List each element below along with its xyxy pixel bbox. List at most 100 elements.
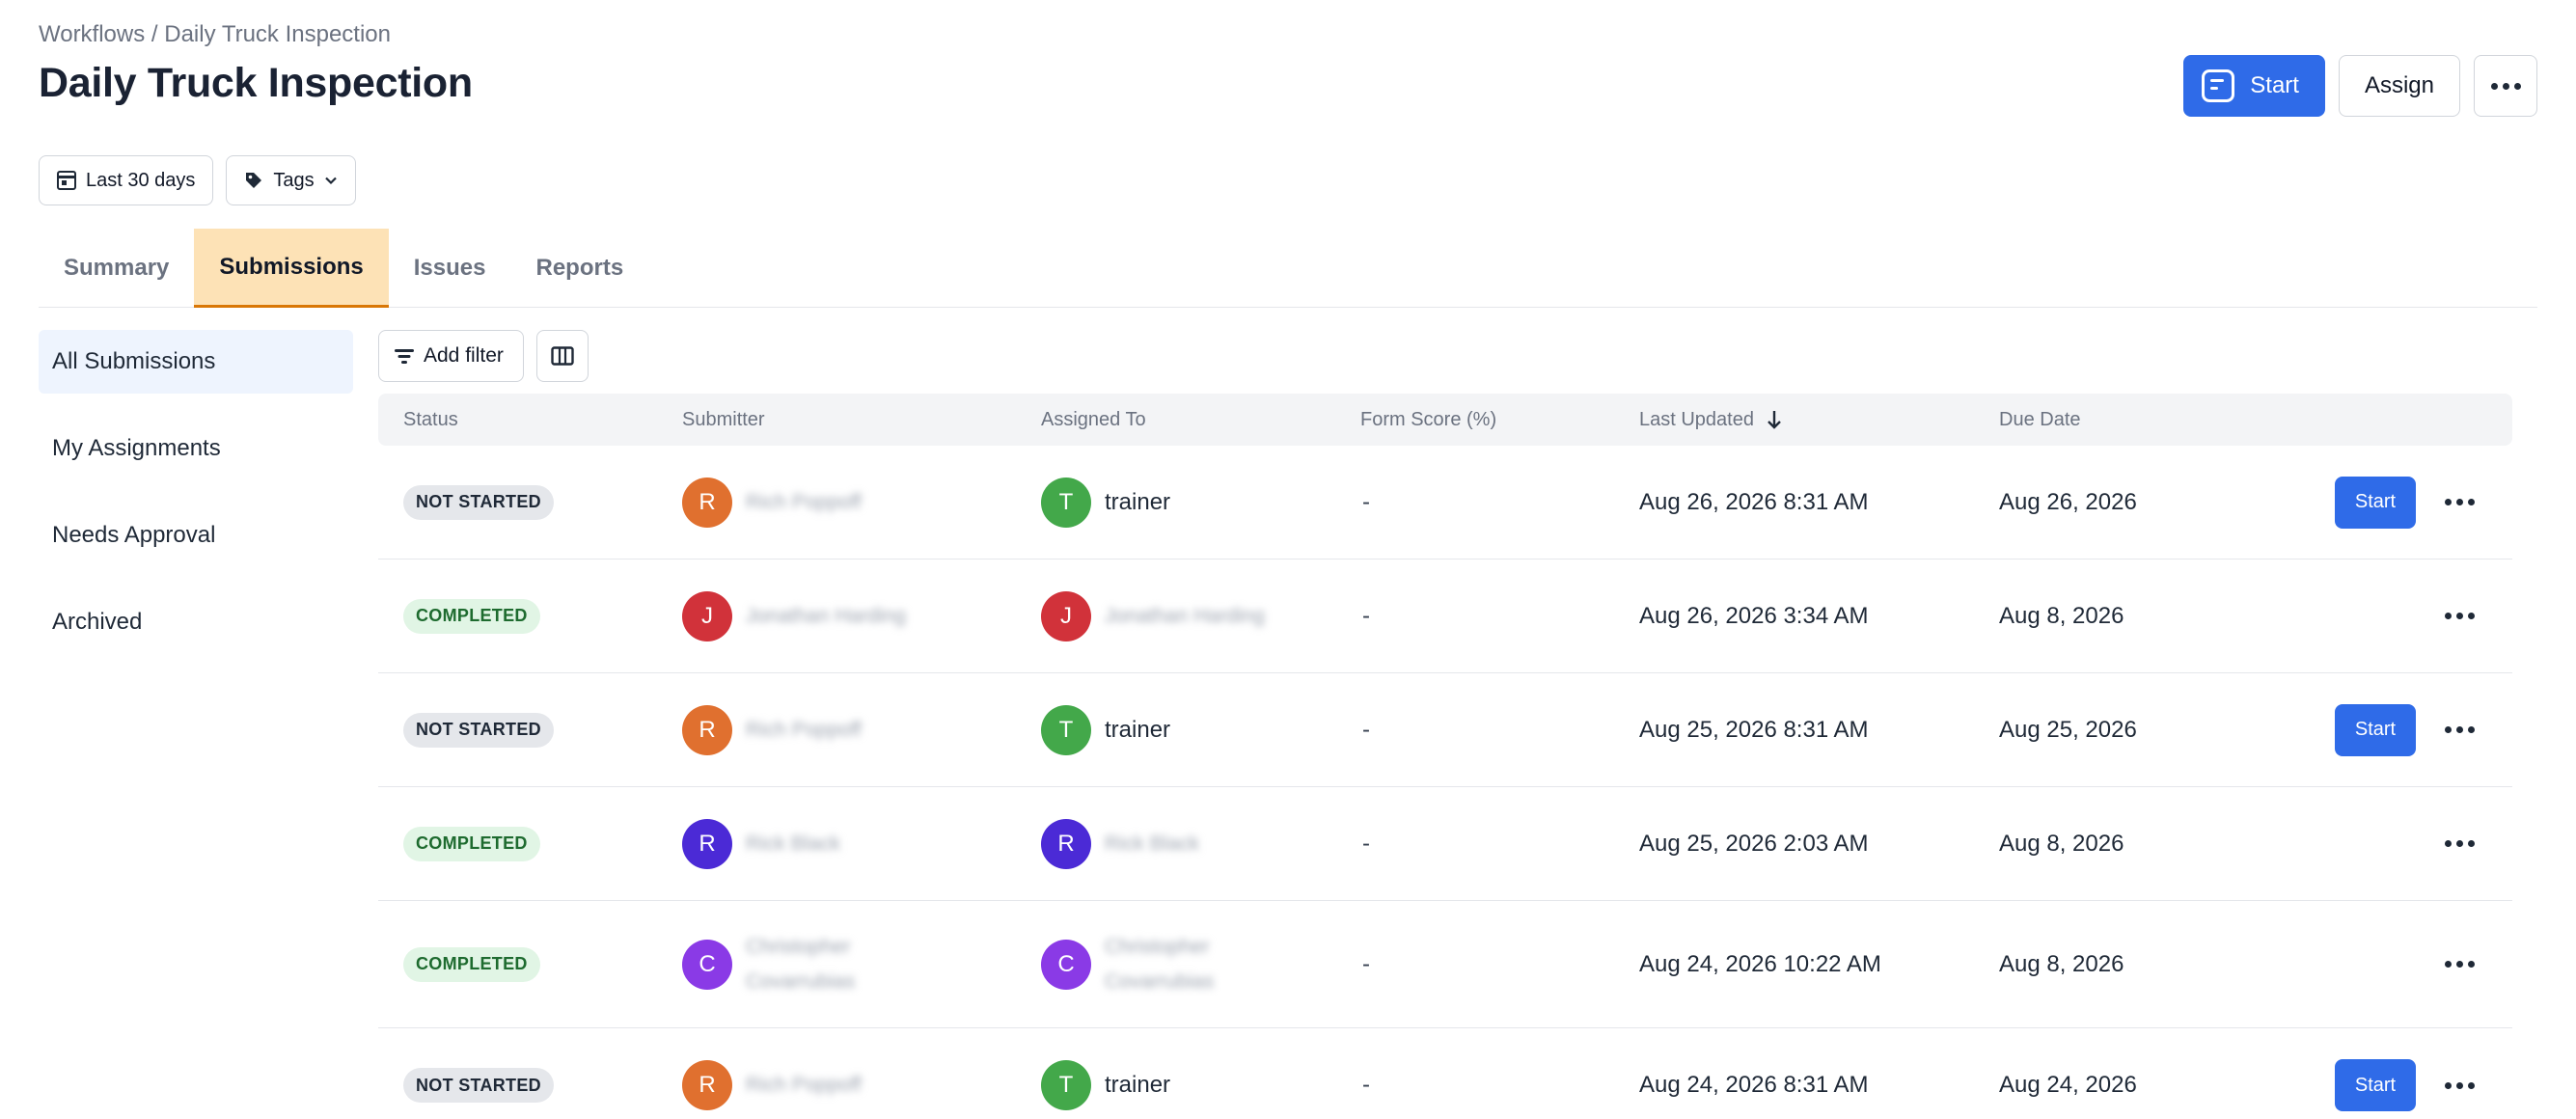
due-date: Aug 26, 2026 [1999, 488, 2137, 515]
last-updated: Aug 24, 2026 10:22 AM [1639, 950, 1881, 977]
sidebar-item-needs-approval[interactable]: Needs Approval [39, 504, 353, 567]
column-header-status[interactable]: Status [403, 394, 458, 446]
last-updated: Aug 26, 2026 3:34 AM [1639, 602, 1869, 629]
row-more-button[interactable] [2445, 499, 2475, 505]
form-score: - [1362, 950, 1370, 977]
tab-reports[interactable]: Reports [510, 229, 648, 308]
columns-icon [551, 346, 574, 366]
date-range-filter[interactable]: Last 30 days [39, 155, 214, 205]
more-actions-button[interactable] [2474, 55, 2537, 117]
submitter-name: Rich Poppoff [746, 490, 862, 513]
table-toolbar: Add filter [378, 330, 589, 382]
add-filter-label: Add filter [424, 344, 504, 367]
status-badge: NOT STARTED [403, 1068, 554, 1103]
sidebar-item-my-assignments[interactable]: My Assignments [39, 417, 353, 480]
column-label: Form Score (%) [1360, 408, 1497, 430]
submitter-name: Christopher Covarrubias [746, 935, 856, 993]
tab-submissions[interactable]: Submissions [194, 229, 389, 308]
table-row[interactable]: COMPLETED C Christopher Covarrubias C Christ… [378, 901, 2512, 1028]
form-score: - [1362, 830, 1370, 857]
submitter-avatar: R [682, 1060, 732, 1110]
date-range-label: Last 30 days [86, 169, 196, 191]
tab-bar: Summary Submissions Issues Reports [39, 229, 2537, 308]
table-header: Status Submitter Assigned To Form Score … [378, 394, 2512, 446]
assignee-avatar: R [1041, 818, 1091, 869]
table-row[interactable]: COMPLETED R Rick Black R Rick Black - Aug 25, … [378, 787, 2512, 901]
row-start-button[interactable]: Start [2335, 1059, 2416, 1111]
column-header-form-score[interactable]: Form Score (%) [1360, 394, 1496, 446]
row-start-button[interactable]: Start [2335, 476, 2416, 529]
filters-row: Last 30 days Tags [39, 155, 356, 205]
assignee-avatar: J [1041, 590, 1091, 641]
form-icon [2202, 69, 2235, 102]
status-badge: COMPLETED [403, 598, 540, 634]
columns-button[interactable] [535, 330, 589, 382]
breadcrumb[interactable]: Workflows / Daily Truck Inspection [39, 21, 391, 48]
due-date: Aug 8, 2026 [1999, 602, 2124, 629]
column-label: Due Date [1999, 408, 2081, 430]
row-more-button[interactable] [2445, 961, 2475, 968]
start-button-label: Start [2250, 72, 2299, 98]
tab-summary[interactable]: Summary [39, 229, 194, 308]
add-filter-button[interactable]: Add filter [378, 330, 524, 382]
column-label: Last Updated [1639, 408, 1754, 430]
chevron-down-icon [324, 177, 337, 185]
row-more-button[interactable] [2445, 840, 2475, 847]
sidebar-item-archived[interactable]: Archived [39, 590, 353, 654]
due-date: Aug 8, 2026 [1999, 950, 2124, 977]
assignee-name: Christopher Covarrubias [1105, 935, 1215, 993]
row-more-button[interactable] [2445, 726, 2475, 733]
submitter-name: Rick Black [746, 832, 841, 855]
assignee-avatar: T [1041, 704, 1091, 755]
status-badge: NOT STARTED [403, 712, 554, 748]
assignee-name: trainer [1105, 488, 1171, 515]
form-score: - [1362, 716, 1370, 743]
last-updated: Aug 25, 2026 8:31 AM [1639, 716, 1869, 743]
tags-label: Tags [273, 169, 315, 191]
assignee-avatar: T [1041, 1060, 1091, 1110]
submitter-name: Rich Poppoff [746, 1074, 862, 1096]
table-row[interactable]: COMPLETED J Jonathan Harding J Jonathan Hard… [378, 560, 2512, 673]
submitter-avatar: R [682, 818, 732, 869]
tags-filter[interactable]: Tags [226, 155, 356, 205]
column-label: Status [403, 408, 458, 430]
assignee-avatar: C [1041, 939, 1091, 990]
header-actions: Start Assign [2183, 55, 2537, 117]
assignee-name: trainer [1105, 1072, 1171, 1098]
column-header-submitter[interactable]: Submitter [682, 394, 765, 446]
submissions-table: Status Submitter Assigned To Form Score … [378, 394, 2512, 1119]
tag-icon [246, 173, 262, 188]
table-row[interactable]: NOT STARTED R Rich Poppoff Ttrainer - Aug 24,… [378, 1028, 2512, 1119]
submitter-avatar: J [682, 590, 732, 641]
more-icon [2490, 82, 2521, 90]
tab-issues[interactable]: Issues [389, 229, 511, 308]
row-more-button[interactable] [2445, 1081, 2475, 1089]
status-badge: COMPLETED [403, 826, 540, 861]
row-more-button[interactable] [2445, 613, 2475, 619]
column-header-due-date[interactable]: Due Date [1999, 394, 2081, 446]
assignee-avatar: T [1041, 477, 1091, 528]
submitter-name: Rich Poppoff [746, 718, 862, 741]
assignee-name: trainer [1105, 716, 1171, 743]
column-header-last-updated[interactable]: Last Updated [1639, 394, 1783, 446]
table-row[interactable]: NOT STARTED R Rich Poppoff Ttrainer - Aug 26,… [378, 446, 2512, 560]
last-updated: Aug 24, 2026 8:31 AM [1639, 1072, 1869, 1098]
column-header-assigned-to[interactable]: Assigned To [1041, 394, 1146, 446]
column-label: Submitter [682, 408, 765, 430]
sidebar-item-all-submissions[interactable]: All Submissions [39, 330, 353, 394]
status-badge: NOT STARTED [403, 484, 554, 520]
table-body: NOT STARTED R Rich Poppoff Ttrainer - Aug 26,… [378, 446, 2512, 1119]
row-start-button[interactable]: Start [2335, 703, 2416, 756]
sort-down-icon [1768, 411, 1781, 429]
submissions-sidebar: All Submissions My Assignments Needs App… [39, 330, 353, 677]
assign-button[interactable]: Assign [2338, 55, 2460, 117]
last-updated: Aug 25, 2026 2:03 AM [1639, 830, 1869, 857]
calendar-icon [57, 171, 76, 190]
last-updated: Aug 26, 2026 8:31 AM [1639, 488, 1869, 515]
due-date: Aug 25, 2026 [1999, 716, 2137, 743]
column-label: Assigned To [1041, 408, 1146, 430]
submitter-avatar: R [682, 704, 732, 755]
table-row[interactable]: NOT STARTED R Rich Poppoff Ttrainer - Aug 25,… [378, 673, 2512, 787]
submitter-avatar: R [682, 477, 732, 528]
start-button[interactable]: Start [2183, 55, 2325, 117]
